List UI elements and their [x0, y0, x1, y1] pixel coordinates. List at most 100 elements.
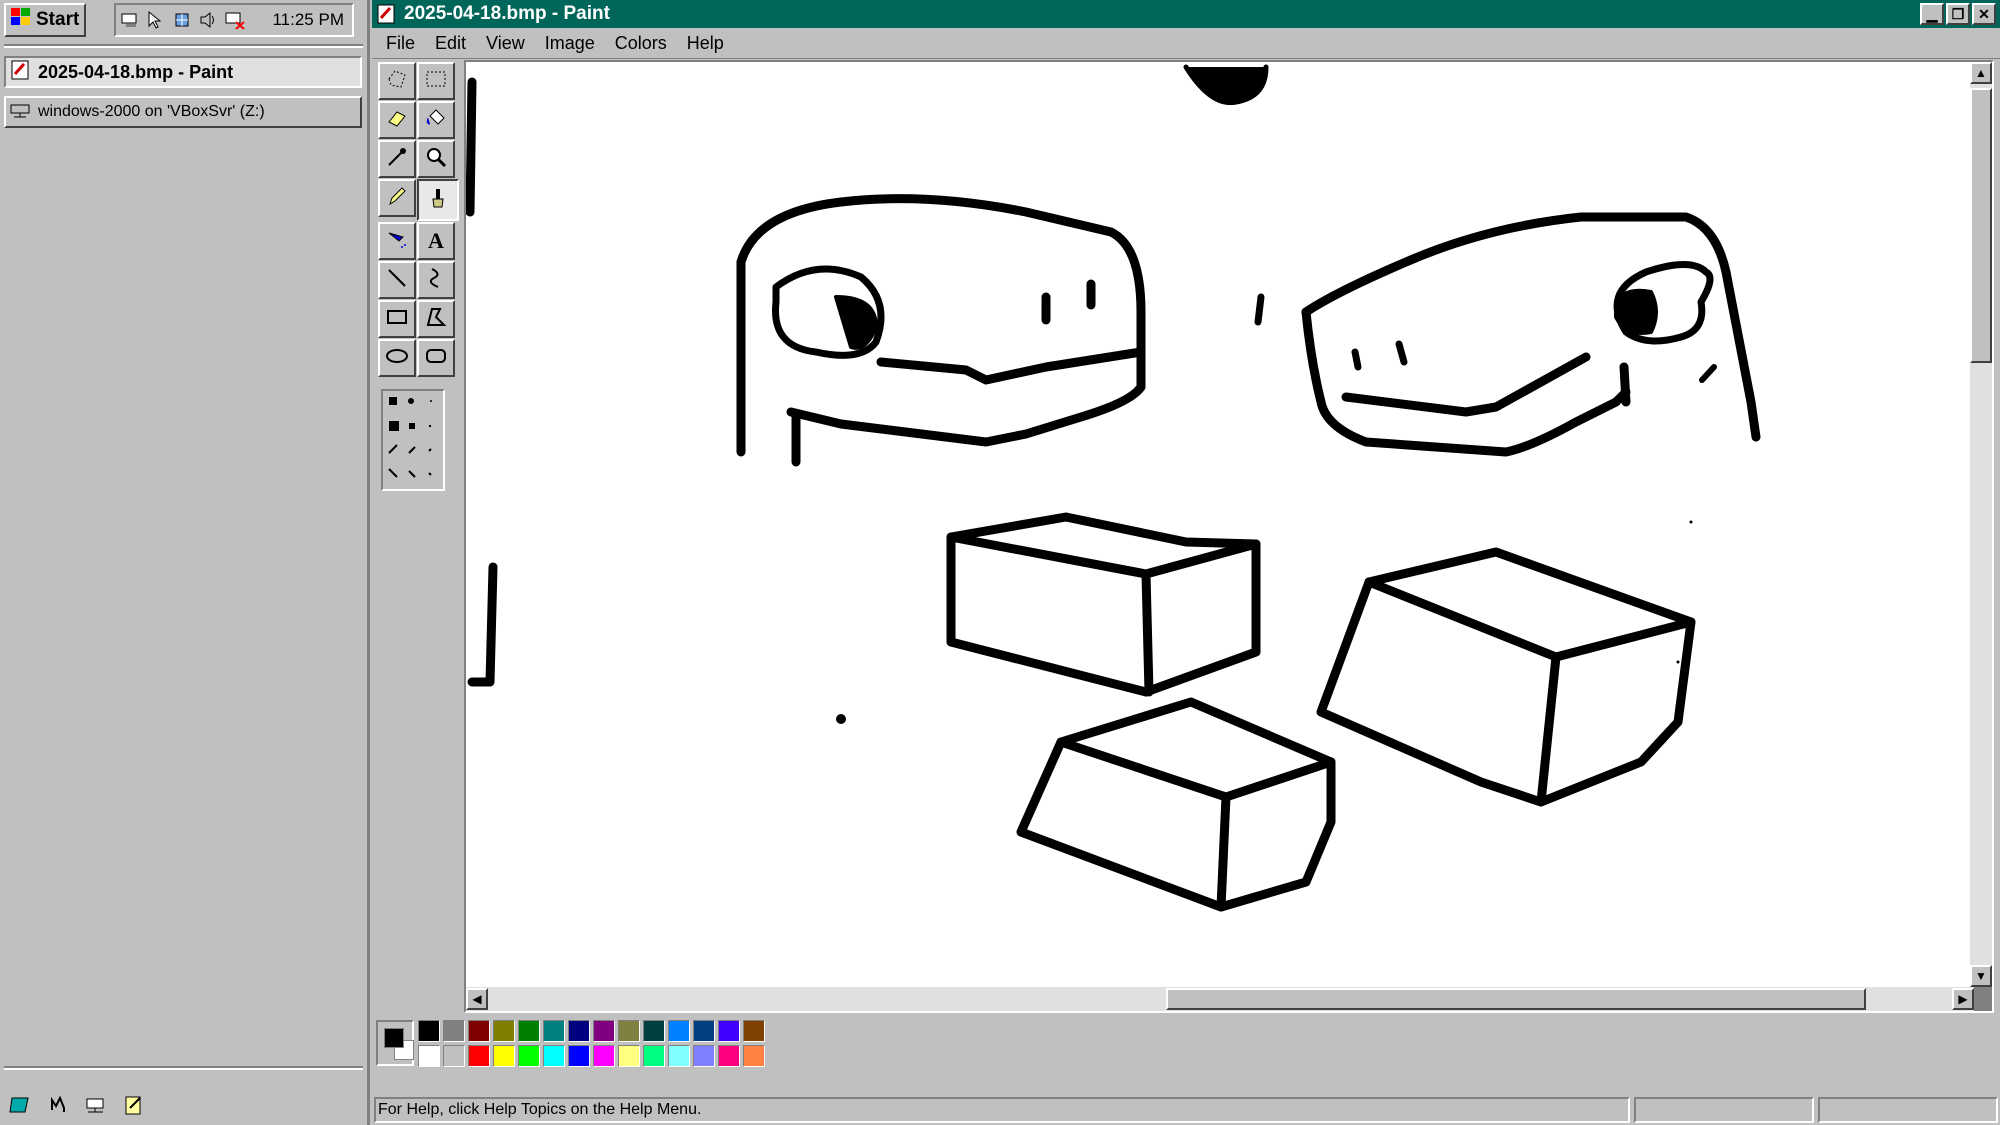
color-swatch[interactable] — [693, 1045, 715, 1067]
text-tool[interactable]: A — [417, 222, 455, 260]
internet-explorer-icon[interactable] — [44, 1091, 72, 1119]
horizontal-scrollbar[interactable]: ◀ ▶ — [466, 987, 1974, 1011]
polygon-tool[interactable] — [417, 300, 455, 338]
brush-shape-options[interactable] — [381, 389, 445, 491]
color-swatch[interactable] — [443, 1045, 465, 1067]
rounded-rectangle-tool[interactable] — [417, 339, 455, 377]
close-icon: ✕ — [1978, 6, 1990, 22]
quick-launch — [6, 1091, 148, 1119]
eraser-tool[interactable] — [378, 101, 416, 139]
menu-help[interactable]: Help — [679, 31, 732, 56]
free-form-select-tool[interactable] — [378, 62, 416, 100]
color-swatch[interactable] — [543, 1020, 565, 1042]
pick-color-tool[interactable] — [378, 140, 416, 178]
ellipse-icon — [385, 344, 409, 373]
clock[interactable]: 11:25 PM — [272, 10, 344, 30]
color-swatch[interactable] — [718, 1045, 740, 1067]
select-tool[interactable] — [417, 62, 455, 100]
arrow-up-icon: ▲ — [1975, 66, 1987, 80]
close-button[interactable]: ✕ — [1972, 3, 1996, 25]
color-swatch[interactable] — [468, 1045, 490, 1067]
color-swatch[interactable] — [593, 1045, 615, 1067]
menu-edit[interactable]: Edit — [427, 31, 474, 56]
vertical-scrollbar[interactable]: ▲ ▼ — [1970, 62, 1992, 987]
color-swatch[interactable] — [743, 1020, 765, 1042]
scroll-right-button[interactable]: ▶ — [1952, 988, 1974, 1010]
network-disconnected-icon[interactable] — [224, 9, 246, 31]
minimize-button[interactable]: ▁ — [1920, 3, 1944, 25]
paint-icon — [10, 59, 32, 86]
color-swatch[interactable] — [543, 1045, 565, 1067]
task-button-network-drive[interactable]: windows-2000 on 'VBoxSvr' (Z:) — [4, 96, 362, 128]
color-swatch[interactable] — [668, 1020, 690, 1042]
horizontal-scroll-thumb[interactable] — [1166, 988, 1866, 1010]
airbrush-tool[interactable] — [378, 222, 416, 260]
color-swatch[interactable] — [418, 1020, 440, 1042]
select-icon — [424, 67, 448, 96]
color-swatch[interactable] — [643, 1045, 665, 1067]
paint-icon — [376, 3, 398, 25]
free-form-select-icon — [385, 67, 409, 96]
pencil-tool[interactable] — [378, 179, 416, 217]
color-swatch[interactable] — [568, 1045, 590, 1067]
color-swatch[interactable] — [518, 1020, 540, 1042]
curve-icon — [424, 266, 448, 295]
color-swatch[interactable] — [468, 1020, 490, 1042]
drawing-canvas[interactable] — [466, 62, 1974, 987]
color-swatch[interactable] — [743, 1045, 765, 1067]
color-swatch[interactable] — [718, 1020, 740, 1042]
scroll-up-button[interactable]: ▲ — [1970, 62, 1992, 84]
scroll-down-button[interactable]: ▼ — [1970, 965, 1992, 987]
color-swatch[interactable] — [593, 1020, 615, 1042]
line-tool[interactable] — [378, 261, 416, 299]
show-desktop-icon[interactable] — [6, 1091, 34, 1119]
menu-image[interactable]: Image — [537, 31, 603, 56]
current-colors[interactable] — [376, 1020, 414, 1066]
magnifier-tool[interactable] — [417, 140, 455, 178]
menu-view[interactable]: View — [478, 31, 533, 56]
volume-icon[interactable] — [198, 9, 220, 31]
start-label: Start — [36, 9, 80, 30]
mouse-integration-icon[interactable] — [146, 9, 168, 31]
task-label: windows-2000 on 'VBoxSvr' (Z:) — [38, 103, 265, 120]
color-swatch[interactable] — [443, 1020, 465, 1042]
network-icon[interactable] — [120, 9, 142, 31]
color-swatch[interactable] — [493, 1020, 515, 1042]
restore-button[interactable]: ❐ — [1946, 3, 1970, 25]
shared-folders-icon[interactable] — [172, 9, 194, 31]
menu-bar: File Edit View Image Colors Help — [372, 28, 2000, 59]
quicklaunch-separator — [4, 1066, 363, 1070]
menu-colors[interactable]: Colors — [607, 31, 675, 56]
fill-tool[interactable] — [417, 101, 455, 139]
toolbox: A — [378, 62, 459, 491]
system-tray: 11:25 PM — [114, 3, 354, 37]
color-swatch[interactable] — [643, 1020, 665, 1042]
start-button[interactable]: Start — [4, 3, 86, 37]
polygon-icon — [424, 305, 448, 334]
network-drive-icon — [10, 101, 32, 124]
color-swatch[interactable] — [693, 1020, 715, 1042]
fill-icon — [424, 106, 448, 135]
rectangle-tool[interactable] — [378, 300, 416, 338]
brush-tool[interactable] — [417, 179, 459, 221]
notepad-icon[interactable] — [120, 1091, 148, 1119]
title-bar[interactable]: 2025-04-18.bmp - Paint ▁ ❐ ✕ — [372, 0, 2000, 28]
vertical-scroll-thumb[interactable] — [1970, 88, 1992, 363]
color-swatch[interactable] — [668, 1045, 690, 1067]
color-swatch[interactable] — [493, 1045, 515, 1067]
color-swatch[interactable] — [618, 1020, 640, 1042]
color-swatch[interactable] — [418, 1045, 440, 1067]
scroll-left-button[interactable]: ◀ — [466, 988, 488, 1010]
task-button-paint[interactable]: 2025-04-18.bmp - Paint — [4, 56, 362, 88]
color-swatch[interactable] — [518, 1045, 540, 1067]
paint-window: 2025-04-18.bmp - Paint ▁ ❐ ✕ File Edit V… — [372, 0, 2000, 1125]
color-box — [376, 1020, 767, 1072]
foreground-color-swatch[interactable] — [384, 1028, 404, 1048]
color-swatch[interactable] — [568, 1020, 590, 1042]
menu-file[interactable]: File — [378, 31, 423, 56]
color-swatch[interactable] — [618, 1045, 640, 1067]
status-bar: For Help, click Help Topics on the Help … — [372, 1095, 2000, 1125]
curve-tool[interactable] — [417, 261, 455, 299]
network-icon[interactable] — [82, 1091, 110, 1119]
ellipse-tool[interactable] — [378, 339, 416, 377]
